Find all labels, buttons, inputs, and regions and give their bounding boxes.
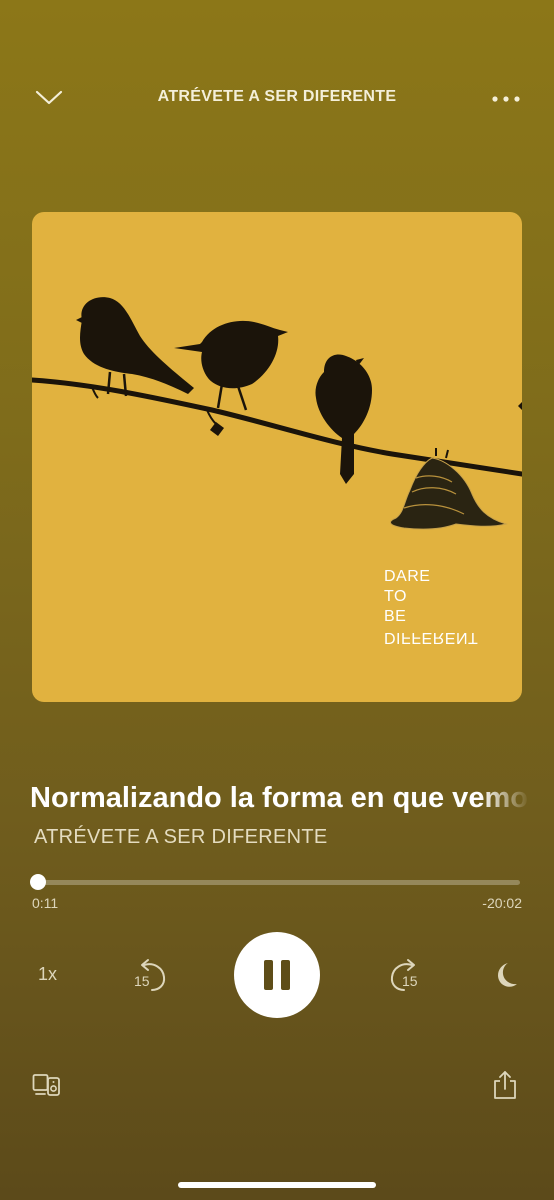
moon-icon[interactable] xyxy=(490,960,520,990)
page-title: ATRÉVETE A SER DIFERENTE xyxy=(157,88,397,105)
pause-icon-bar xyxy=(281,960,290,990)
playback-speed-button[interactable]: 1x xyxy=(38,964,57,985)
time-remaining: -20:02 xyxy=(482,895,522,911)
time-elapsed: 0:11 xyxy=(32,895,59,911)
podcast-name[interactable]: ATRÉVETE A SER DIFERENTE xyxy=(34,826,328,849)
album-artwork: DARE TO BE DIFFERENT xyxy=(32,212,522,702)
artwork-text: DARE TO BE DIFFERENT xyxy=(384,568,479,646)
progress-bar[interactable] xyxy=(30,874,520,890)
more-options-icon[interactable] xyxy=(490,90,522,108)
rewind-15-icon[interactable]: 15 xyxy=(130,956,170,992)
rewind-seconds: 15 xyxy=(134,973,150,989)
home-indicator[interactable] xyxy=(178,1182,376,1188)
progress-knob[interactable] xyxy=(30,874,47,890)
pause-button[interactable] xyxy=(234,932,320,1018)
episode-title[interactable]: Normalizando la forma en que vemos xyxy=(30,782,530,815)
forward-15-icon[interactable]: 15 xyxy=(386,956,426,992)
pause-icon xyxy=(264,960,273,990)
devices-icon[interactable] xyxy=(32,1072,62,1098)
forward-seconds: 15 xyxy=(402,973,418,989)
share-icon[interactable] xyxy=(492,1070,518,1100)
